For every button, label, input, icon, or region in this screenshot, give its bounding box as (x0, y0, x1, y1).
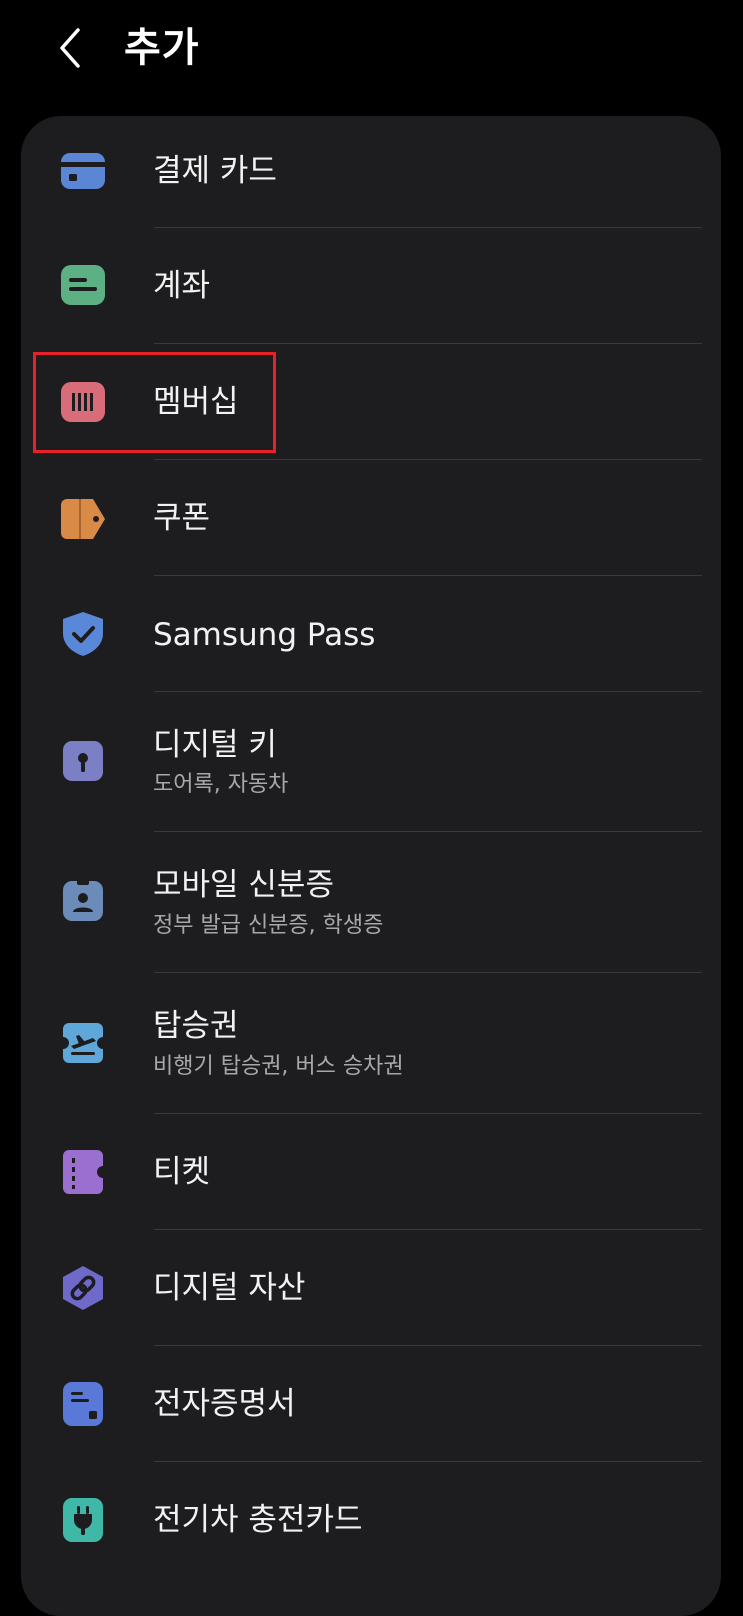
menu-item-label: 계좌 (153, 268, 211, 304)
menu-item-label: 디지털 키 (153, 727, 277, 763)
menu-item-membership[interactable]: 멤버십 (21, 344, 721, 460)
boarding-pass-icon (59, 1019, 107, 1067)
keyhole-icon (59, 737, 107, 785)
menu-item-label: Samsung Pass (153, 617, 376, 653)
ev-plug-icon (59, 1496, 107, 1544)
coupon-tag-icon (59, 495, 107, 543)
menu-item-label: 전자증명서 (153, 1386, 296, 1422)
menu-item-label: 티켓 (153, 1154, 211, 1190)
digital-asset-link-icon (59, 1264, 107, 1312)
id-card-icon (59, 877, 107, 925)
menu-item-digital-asset[interactable]: 디지털 자산 (21, 1230, 721, 1346)
menu-item-label: 전기차 충전카드 (153, 1502, 363, 1538)
menu-item-label: 모바일 신분증 (153, 867, 334, 903)
page-title: 추가 (124, 25, 200, 71)
menu-item-payment-card[interactable]: 결제 카드 (21, 116, 721, 228)
shield-check-icon (59, 610, 107, 658)
payment-card-icon (59, 147, 107, 195)
menu-item-ticket[interactable]: 티켓 (21, 1114, 721, 1230)
menu-item-label: 결제 카드 (153, 153, 277, 189)
certificate-doc-icon (59, 1380, 107, 1428)
menu-item-label: 쿠폰 (153, 500, 211, 536)
menu-item-boarding-pass[interactable]: 탑승권 비행기 탑승권, 버스 승차권 (21, 973, 721, 1113)
menu-item-description: 도어록, 자동차 (153, 772, 289, 797)
menu-item-samsung-pass[interactable]: Samsung Pass (21, 576, 721, 692)
app-header: 추가 (0, 0, 743, 110)
add-menu-list: 결제 카드 계좌 멤버십 쿠폰 Samsung Pass 디지털 키 도어록, … (21, 116, 721, 1616)
menu-item-label: 멤버십 (153, 384, 239, 420)
chevron-left-icon (60, 28, 80, 68)
menu-item-coupon[interactable]: 쿠폰 (21, 460, 721, 576)
menu-item-digital-key[interactable]: 디지털 키 도어록, 자동차 (21, 692, 721, 832)
menu-item-ev-charging-card[interactable]: 전기차 충전카드 (21, 1462, 721, 1578)
menu-item-label: 탑승권 (153, 1008, 239, 1044)
menu-item-label: 디지털 자산 (153, 1270, 306, 1306)
menu-item-bank-account[interactable]: 계좌 (21, 228, 721, 344)
menu-item-mobile-id[interactable]: 모바일 신분증 정부 발급 신분증, 학생증 (21, 832, 721, 972)
membership-barcode-icon (59, 378, 107, 426)
menu-item-e-certificate[interactable]: 전자증명서 (21, 1346, 721, 1462)
ticket-icon (59, 1148, 107, 1196)
bank-account-icon (59, 261, 107, 309)
back-button[interactable] (50, 24, 90, 72)
menu-item-description: 정부 발급 신분증, 학생증 (153, 913, 384, 938)
menu-item-description: 비행기 탑승권, 버스 승차권 (153, 1054, 404, 1079)
